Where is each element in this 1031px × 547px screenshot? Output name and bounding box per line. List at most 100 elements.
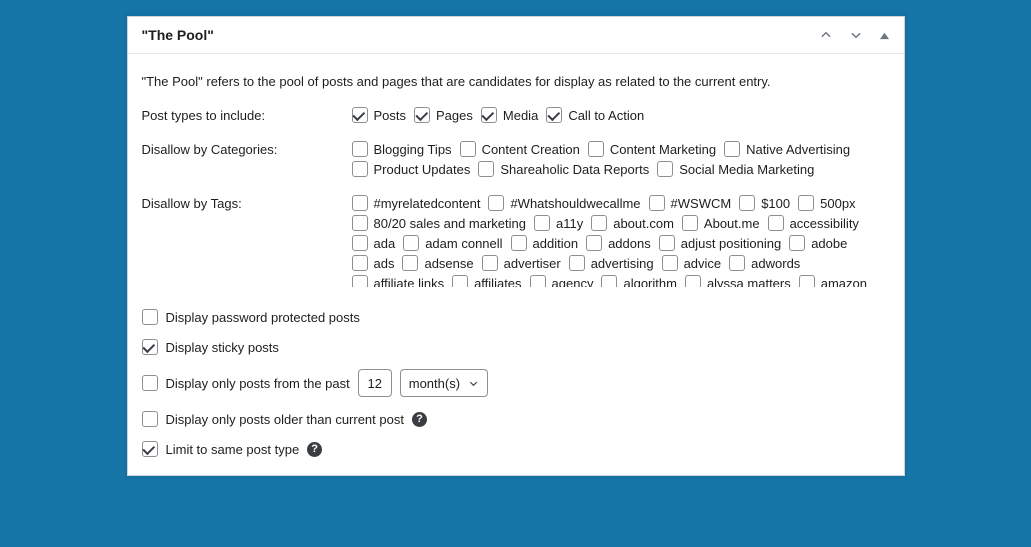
tag-option-checkbox[interactable] [659,235,675,251]
tag-option: affiliate links [352,275,445,287]
tag-option-checkbox[interactable] [729,255,745,271]
tag-option-checkbox[interactable] [534,215,550,231]
category-option-checkbox[interactable] [460,141,476,157]
tag-option: amazon [799,275,867,287]
category-option: Content Creation [460,141,580,157]
tag-option-checkbox[interactable] [586,235,602,251]
tag-option: ada [352,235,396,251]
tag-option-label: a11y [556,216,583,231]
post-type-option-checkbox[interactable] [546,107,562,123]
tag-option-label: agency [552,276,594,288]
post-types-row: Post types to include: PostsPagesMediaCa… [142,107,890,123]
category-option-checkbox[interactable] [352,141,368,157]
category-option-checkbox[interactable] [657,161,673,177]
tag-option-label: adobe [811,236,847,251]
tag-option: adjust positioning [659,235,781,251]
tag-option-label: amazon [821,276,867,288]
help-icon[interactable]: ? [307,442,322,457]
tag-option-checkbox[interactable] [402,255,418,271]
password-protected-checkbox[interactable] [142,309,158,325]
post-types-options: PostsPagesMediaCall to Action [352,107,890,123]
tag-option: #myrelatedcontent [352,195,481,211]
tag-option-checkbox[interactable] [685,275,701,287]
tag-option-checkbox[interactable] [569,255,585,271]
category-option-label: Product Updates [374,162,471,177]
tag-option: agency [530,275,594,287]
tags-options: #myrelatedcontent#Whatshouldwecallme#WSW… [352,195,890,287]
tag-option: 500px [798,195,855,211]
tag-option-checkbox[interactable] [352,215,368,231]
category-option-checkbox[interactable] [478,161,494,177]
tag-option-checkbox[interactable] [789,235,805,251]
tag-option: accessibility [768,215,859,231]
tag-option-checkbox[interactable] [403,235,419,251]
tag-option-checkbox[interactable] [768,215,784,231]
tag-option-label: adjust positioning [681,236,781,251]
panel-toggle-icon[interactable] [879,30,890,41]
category-option-label: Blogging Tips [374,142,452,157]
from-past-unit-label: month(s) [409,376,460,391]
help-icon[interactable]: ? [412,412,427,427]
sticky-posts-option: Display sticky posts [142,339,890,355]
tag-option: alyssa matters [685,275,791,287]
from-past-value-input[interactable]: 12 [358,369,392,397]
category-option-checkbox[interactable] [588,141,604,157]
post-type-option-checkbox[interactable] [481,107,497,123]
post-type-option: Posts [352,107,407,123]
tag-option: #Whatshouldwecallme [488,195,640,211]
tag-option: advertising [569,255,654,271]
chevron-down-icon [468,378,479,389]
tag-option-label: adwords [751,256,800,271]
post-type-option-checkbox[interactable] [414,107,430,123]
from-past-checkbox[interactable] [142,375,158,391]
tag-option-checkbox[interactable] [601,275,617,287]
collapse-down-icon[interactable] [849,28,863,42]
post-type-option: Media [481,107,538,123]
tag-option: a11y [534,215,583,231]
category-option-checkbox[interactable] [352,161,368,177]
panel-header: "The Pool" [128,17,904,54]
tag-option-checkbox[interactable] [482,255,498,271]
tag-option-checkbox[interactable] [452,275,468,287]
tag-option-checkbox[interactable] [352,235,368,251]
pool-settings-panel: "The Pool" "The Pool" refers to the pool… [127,16,905,476]
tag-option-checkbox[interactable] [352,195,368,211]
tag-option-checkbox[interactable] [798,195,814,211]
tag-option: advice [662,255,722,271]
tag-option-label: #Whatshouldwecallme [510,196,640,211]
tag-option-label: about.com [613,216,674,231]
tag-option-checkbox[interactable] [799,275,815,287]
panel-body: "The Pool" refers to the pool of posts a… [128,54,904,475]
category-option: Native Advertising [724,141,850,157]
tag-option-checkbox[interactable] [662,255,678,271]
tag-option-checkbox[interactable] [511,235,527,251]
older-than-current-checkbox[interactable] [142,411,158,427]
from-past-label: Display only posts from the past [166,376,350,391]
category-option: Content Marketing [588,141,716,157]
older-than-current-option: Display only posts older than current po… [142,411,890,427]
tag-option-checkbox[interactable] [530,275,546,287]
tag-option-checkbox[interactable] [682,215,698,231]
post-type-option-label: Pages [436,108,473,123]
sticky-posts-checkbox[interactable] [142,339,158,355]
category-option: Shareaholic Data Reports [478,161,649,177]
post-type-option-checkbox[interactable] [352,107,368,123]
tag-option-checkbox[interactable] [352,255,368,271]
tag-option-checkbox[interactable] [739,195,755,211]
tag-option: addons [586,235,651,251]
tags-label: Disallow by Tags: [142,195,352,211]
category-option-label: Shareaholic Data Reports [500,162,649,177]
tag-option-label: advice [684,256,722,271]
tag-option-checkbox[interactable] [352,275,368,287]
tag-option-checkbox[interactable] [649,195,665,211]
tag-option-checkbox[interactable] [591,215,607,231]
collapse-up-icon[interactable] [819,28,833,42]
post-type-option-label: Posts [374,108,407,123]
tag-option: addition [511,235,579,251]
tag-option-checkbox[interactable] [488,195,504,211]
tag-option-label: 500px [820,196,855,211]
from-past-unit-select[interactable]: month(s) [400,369,488,397]
limit-same-type-option: Limit to same post type ? [142,441,890,457]
category-option-checkbox[interactable] [724,141,740,157]
limit-same-type-checkbox[interactable] [142,441,158,457]
